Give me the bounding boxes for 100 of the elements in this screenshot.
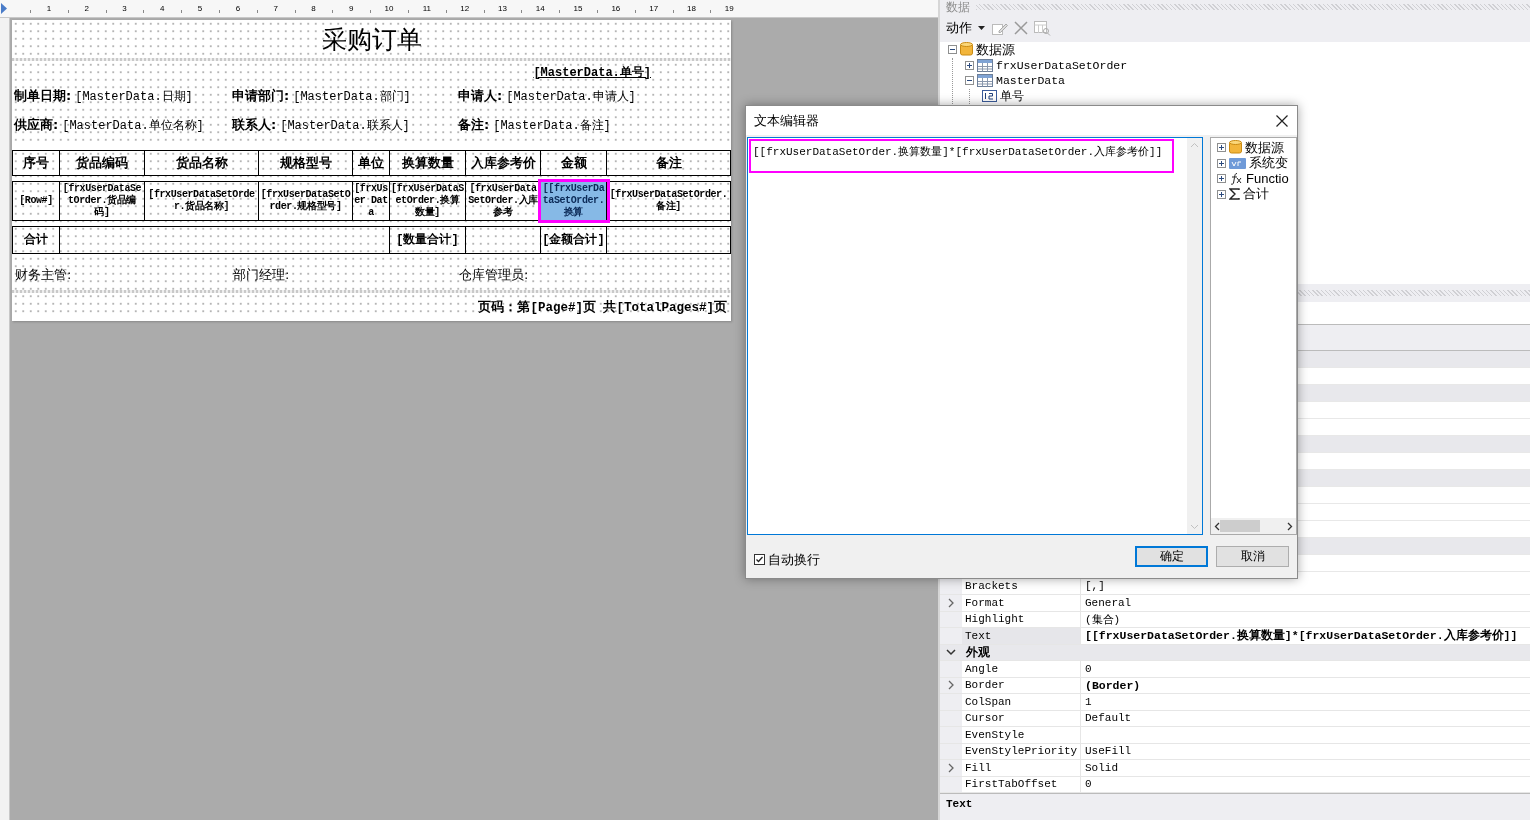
property-value[interactable]: Solid (1081, 761, 1118, 774)
order-number-field[interactable]: [MasterData.单号] (533, 63, 651, 81)
signature-label[interactable]: 财务主管: (15, 267, 72, 282)
total-cell[interactable]: [数量合计] (390, 227, 466, 253)
report-title[interactable]: 采购订单 (321, 22, 422, 56)
property-row[interactable]: Cursor Default (940, 710, 1530, 727)
property-value[interactable]: General (1081, 596, 1132, 609)
chevron-icon[interactable] (946, 648, 956, 656)
tree-item[interactable]: MasterData (996, 74, 1065, 88)
data-cell[interactable]: [frxUserDataSetOrder.规格型号] (259, 182, 353, 220)
field-label[interactable]: 供应商: (14, 115, 59, 134)
property-value[interactable]: [,] (1081, 580, 1105, 593)
property-value[interactable]: (Border) (1081, 678, 1141, 692)
property-name[interactable]: Text (962, 628, 1081, 644)
data-cell[interactable]: [frxUser Data (353, 182, 390, 220)
expand-icon[interactable] (1217, 189, 1226, 199)
property-row[interactable]: ColSpan 1 (940, 694, 1530, 711)
collapse-icon[interactable] (965, 76, 974, 86)
property-row[interactable]: Format General (940, 595, 1530, 612)
property-value[interactable]: UseFill (1081, 745, 1132, 758)
expand-icon[interactable] (965, 60, 974, 70)
scroll-left-icon[interactable] (1214, 521, 1220, 531)
field-value[interactable]: [MasterData.日期] (75, 87, 193, 105)
column-header[interactable]: 单位 (353, 151, 390, 175)
field-value[interactable]: [MasterData.申请人] (506, 87, 636, 105)
property-name[interactable]: EvenStyle (962, 727, 1081, 743)
property-row[interactable]: EvenStyle (940, 727, 1530, 744)
property-row[interactable]: Border (Border) (940, 677, 1530, 694)
tree-item[interactable]: 系统变 (1249, 154, 1288, 173)
chevron-icon[interactable] (948, 597, 954, 608)
ruler-marker-icon[interactable] (0, 3, 8, 14)
data-cell[interactable]: [frxUserDataSetOrder.货品名称] (145, 182, 259, 220)
property-name[interactable]: Border (962, 677, 1081, 693)
column-header[interactable]: 序号 (13, 151, 60, 175)
property-name[interactable]: EvenStylePriority (962, 743, 1081, 759)
scrollbar[interactable] (1211, 518, 1296, 534)
close-icon[interactable] (1276, 114, 1288, 127)
property-value[interactable]: 0 (1081, 778, 1092, 791)
text-editor-field[interactable]: [[frxUserDataSetOrder.换算数量]*[frxUserDataSetOrder.入库参考价]] (747, 137, 1203, 535)
data-cell[interactable]: [frxUserDataSetOrder.换算数量] (390, 182, 466, 220)
property-value[interactable]: [[frxUserDataSetOrder.换算数量]*[frxUserDataSetOrder.入库参考价]] (1081, 628, 1518, 644)
data-cell[interactable]: [Row#] (13, 182, 60, 220)
tree-item[interactable]: 合计 (1243, 185, 1269, 204)
column-header[interactable]: 货品编码 (60, 151, 145, 175)
data-cell[interactable]: [[frxUserDataSetOrder.换算 (541, 182, 607, 220)
property-name[interactable]: Cursor (962, 710, 1081, 726)
signature-label[interactable]: 部门经理: (233, 267, 290, 282)
signature-label[interactable]: 仓库管理员: (459, 267, 529, 282)
page-number-field[interactable]: 页码：第[Page#]页 共[TotalPages#]页 (478, 299, 727, 316)
expression-text[interactable]: [[frxUserDataSetOrder.换算数量]*[frxUserDataSetOrder.入库参考价]] (749, 139, 1175, 173)
field-value[interactable]: [MasterData.备注] (493, 116, 611, 134)
column-header[interactable]: 入库参考价 (466, 151, 541, 175)
scroll-thumb[interactable] (1220, 520, 1260, 532)
total-label[interactable]: 合计 (13, 227, 60, 253)
property-name[interactable]: ColSpan (962, 694, 1081, 710)
property-name[interactable]: Format (962, 595, 1081, 611)
column-header[interactable]: 规格型号 (259, 151, 353, 175)
tree-item[interactable]: frxUserDataSetOrder (996, 58, 1128, 72)
field-label[interactable]: 制单日期: (14, 86, 72, 105)
expand-icon[interactable] (1217, 158, 1226, 168)
expand-icon[interactable] (1217, 174, 1226, 184)
data-cell[interactable]: [frxUserDataSetOrder.备注] (607, 182, 730, 220)
expand-icon[interactable] (1217, 143, 1226, 153)
property-value[interactable]: Default (1081, 712, 1132, 725)
property-value[interactable]: 0 (1081, 662, 1092, 675)
collapse-icon[interactable] (948, 45, 957, 55)
column-header[interactable]: 换算数量 (390, 151, 466, 175)
tree-item[interactable]: 数据源 (1245, 138, 1284, 157)
column-header[interactable]: 备注 (607, 151, 730, 175)
ok-button[interactable]: 确定 (1135, 546, 1208, 567)
property-row[interactable]: EvenStylePriority UseFill (940, 743, 1530, 760)
property-value[interactable]: 1 (1081, 695, 1092, 708)
field-label[interactable]: 申请人: (458, 86, 503, 105)
tree-item[interactable]: 数据源 (976, 42, 1015, 59)
field-label[interactable]: 备注: (458, 115, 490, 134)
caret-icon[interactable] (978, 26, 985, 30)
property-name[interactable]: Angle (962, 661, 1081, 677)
property-name[interactable]: FirstTabOffset (962, 776, 1081, 792)
tree-item[interactable]: Functio (1246, 171, 1289, 187)
scroll-right-icon[interactable] (1287, 521, 1293, 531)
field-label[interactable]: 联系人: (232, 115, 277, 134)
chevron-icon[interactable] (948, 680, 954, 691)
data-cell[interactable]: [frxUserDataSetOrder.货品编码] (60, 182, 145, 220)
field-value[interactable]: [MasterData.联系人] (280, 116, 410, 134)
total-cell[interactable]: [金额合计] (541, 227, 607, 253)
field-value[interactable]: [MasterData.单位名称] (62, 116, 204, 134)
chevron-icon[interactable] (948, 762, 954, 773)
property-row[interactable]: Angle 0 (940, 661, 1530, 678)
cancel-button[interactable]: 取消 (1216, 546, 1289, 567)
property-row[interactable]: Text [[frxUserDataSetOrder.换算数量]*[frxUserDataSetOrder.入库参考价]] (940, 628, 1530, 645)
tree-item[interactable]: 单号 (1000, 88, 1024, 104)
column-header[interactable]: 金额 (541, 151, 607, 175)
column-header[interactable]: 货品名称 (145, 151, 259, 175)
property-name[interactable]: Fill (962, 760, 1081, 776)
property-value[interactable]: (集合) (1081, 611, 1121, 627)
checkbox[interactable] (754, 554, 765, 565)
field-label[interactable]: 申请部门: (232, 86, 290, 105)
actions-menu[interactable]: 动作 (946, 19, 972, 37)
checkbox-label[interactable]: 自动换行 (768, 550, 820, 569)
property-name[interactable]: Highlight (962, 611, 1081, 627)
